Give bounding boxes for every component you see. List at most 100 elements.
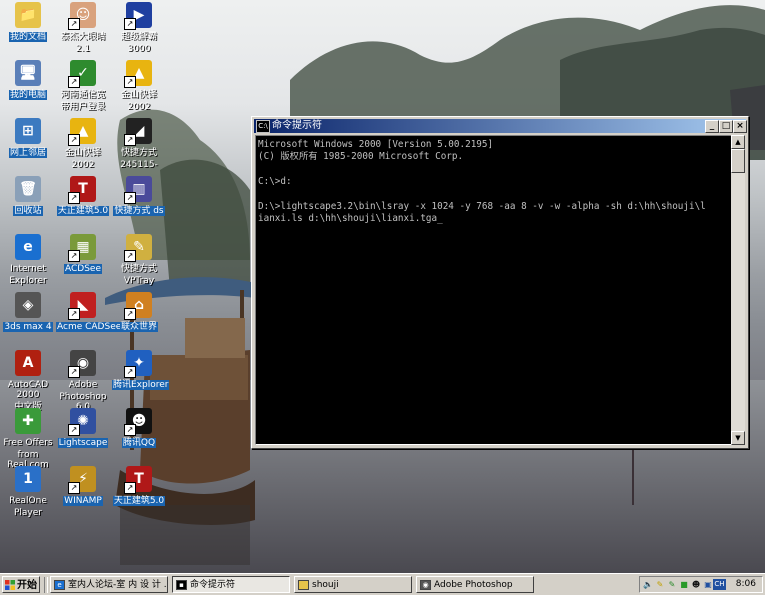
- cmd-task-icon: ▪: [176, 580, 187, 590]
- desktop-icon-label: Internet: [10, 264, 46, 274]
- taskbar: 开始 e 室内人论坛-室 内 设 计 ... ▪ 命令提示符 shouji ◉ Adobe …: [0, 573, 765, 595]
- taskbar-task-label: Adobe Photoshop: [434, 580, 513, 590]
- recycle-bin-icon: 🗑: [15, 176, 41, 202]
- kingsoft-icon: ▲ ↗: [68, 118, 96, 146]
- lianzhong-icon: ⌂ ↗: [124, 292, 152, 320]
- command-prompt-window[interactable]: C:\ 命令提示符 _ □ × Microsoft Windows 2000 […: [251, 116, 749, 449]
- desktop-icon-acdsee[interactable]: ▦ ↗ ACDSee: [56, 234, 110, 274]
- desktop-icon-label: 快捷方式: [120, 148, 157, 158]
- desktop-icon-my-documents[interactable]: 📁 我的文档: [1, 2, 55, 42]
- computer-icon-glyph: 🖥: [19, 65, 37, 81]
- scroll-down-button[interactable]: ▼: [731, 431, 745, 445]
- photoshop-task-icon: ◉: [420, 580, 431, 590]
- start-button[interactable]: 开始: [2, 576, 40, 593]
- desktop-icon-label: 回收站: [13, 206, 43, 216]
- green-app-icon[interactable]: ■: [679, 579, 689, 590]
- lightscape-icon: ✺ ↗: [68, 408, 96, 436]
- desktop-icon-label: 联众世界: [119, 322, 158, 332]
- desktop-icon-label: 腾讯QQ: [121, 438, 157, 448]
- scrollbar-thumb[interactable]: [731, 149, 745, 173]
- desktop-icon-shortcut-vptray[interactable]: ✎ ↗ 快捷方式 VPTray: [112, 234, 166, 286]
- desktop-icon-label: 网上邻居: [8, 148, 47, 158]
- shortcut-arrow-icon: ↗: [68, 192, 80, 204]
- desktop-icon-autocad[interactable]: A AutoCAD 2000 中文版: [1, 350, 55, 412]
- desktop-icon-label: 带用户登录: [60, 102, 106, 112]
- console-output[interactable]: Microsoft Windows 2000 [Version 5.00.219…: [255, 135, 732, 445]
- tianzheng-icon: T ↗: [68, 176, 96, 204]
- qq-tray-icon[interactable]: ☻: [691, 579, 701, 590]
- vertical-scrollbar[interactable]: ▲ ▼: [731, 135, 745, 445]
- shortcut-arrow-icon: ↗: [124, 192, 136, 204]
- taskbar-task-label: shouji: [312, 580, 339, 590]
- desktop-icon-label: 天正建筑5.0: [112, 496, 166, 506]
- shortcut-arrow-icon: ↗: [68, 76, 80, 88]
- desktop-icon-taijie-eyes[interactable]: ☺ ↗ 泰杰大眼睛 2.1: [56, 2, 110, 54]
- folder-docs-icon: 📁: [15, 2, 41, 28]
- taskbar-task-3[interactable]: shouji: [294, 576, 412, 593]
- desktop-icon-shortcut-245115[interactable]: ◢ ↗ 快捷方式 245115-: [112, 118, 166, 170]
- desktop-icon-3dsmax[interactable]: ◈ 3ds max 4: [1, 292, 55, 332]
- network-icon: ⊞: [15, 118, 41, 144]
- desktop-icon-label: Lightscape: [57, 438, 109, 448]
- maximize-button[interactable]: □: [719, 120, 733, 133]
- clock[interactable]: 8:06: [736, 577, 756, 592]
- desktop-icon-lianzhong[interactable]: ⌂ ↗ 联众世界: [112, 292, 166, 332]
- desktop-icon-acme-cadsee[interactable]: ◣ ↗ Acme CADSee: [56, 292, 123, 332]
- taskbar-task-1[interactable]: e 室内人论坛-室 内 设 计 ...: [50, 576, 168, 593]
- desktop-icon-label: 3ds max 4: [3, 322, 53, 332]
- close-button[interactable]: ×: [733, 120, 747, 133]
- desktop-icon-free-offers[interactable]: ✚ Free Offers from Real.com: [1, 408, 55, 470]
- desktop-icon-photoshop[interactable]: ◉ ↗ Adobe Photoshop 6.0: [56, 350, 110, 412]
- desktop-icon-tianzheng-2[interactable]: T ↗ 天正建筑5.0: [112, 466, 166, 506]
- window-titlebar[interactable]: C:\ 命令提示符 _ □ ×: [254, 119, 747, 133]
- volume-icon[interactable]: 🔈: [643, 579, 653, 590]
- monitor-icon[interactable]: ▣: [703, 579, 713, 590]
- pen-icon-2[interactable]: ✎: [667, 579, 677, 590]
- desktop-icon-kingsoft-translate-1[interactable]: ▲ ↗ 金山快译 2002: [112, 60, 166, 112]
- desktop-icon-my-computer[interactable]: 🖥 我的电脑: [1, 60, 55, 100]
- desktop-icon-recycle-bin[interactable]: 🗑 回收站: [1, 176, 55, 216]
- desktop-icon-tencent-qq[interactable]: ☻ ↗ 腾讯QQ: [112, 408, 166, 448]
- desktop-icon-tencent-explorer[interactable]: ✦ ↗ 腾讯Explorer: [112, 350, 170, 390]
- scroll-up-button[interactable]: ▲: [731, 135, 745, 149]
- 3dsmax-icon-glyph: ◈: [22, 297, 34, 313]
- desktop-icon-winamp[interactable]: ⚡ ↗ WINAMP: [56, 466, 110, 506]
- pen-icon[interactable]: ✎: [655, 579, 665, 590]
- desktop-icon-realone[interactable]: 1 RealOne Player: [1, 466, 55, 518]
- tencent-explorer-icon: ✦ ↗: [124, 350, 152, 378]
- desktop-icon-internet-explorer[interactable]: e Internet Explorer: [1, 234, 55, 286]
- taskbar-task-label: 室内人论坛-室 内 设 计 ...: [68, 580, 168, 590]
- desktop-icon-tianzheng-1[interactable]: T ↗ 天正建筑5.0: [56, 176, 110, 216]
- taskbar-task-4[interactable]: ◉ Adobe Photoshop: [416, 576, 534, 593]
- shortcut-arrow-icon: ↗: [68, 18, 80, 30]
- desktop-icon-label: 天正建筑5.0: [56, 206, 110, 216]
- realone-icon: 1: [15, 466, 41, 492]
- shortcut-arrow-icon: ↗: [68, 482, 80, 494]
- ime-indicator[interactable]: CH: [713, 579, 726, 590]
- autocad-icon: A: [15, 350, 41, 376]
- shortcut-arrow-icon: ↗: [124, 424, 136, 436]
- desktop-icon-kingsoft-translate-2[interactable]: ▲ ↗ 金山快译 2002: [56, 118, 110, 170]
- system-tray: 🔈 ✎ ✎ ■ ☻ ▣ CH 8:06: [639, 576, 763, 593]
- desktop-icon-label: Player: [13, 508, 42, 518]
- minimize-button[interactable]: _: [705, 120, 719, 133]
- gift-icon-glyph: ✚: [22, 413, 34, 429]
- computer-icon: 🖥: [15, 60, 41, 86]
- desktop-icon-network-places[interactable]: ⊞ 网上邻居: [1, 118, 55, 158]
- desktop-icon-label: 泰杰大眼睛: [60, 32, 106, 42]
- cmd-window-icon: C:\: [256, 120, 270, 133]
- desktop-icon-henan-broadband[interactable]: ✓ ↗ 河南通信宽 带用户登录: [56, 60, 110, 112]
- baby-photo-icon: ☺ ↗: [68, 2, 96, 30]
- folder-task-icon: [298, 580, 309, 590]
- desktop-icon-lightscape[interactable]: ✺ ↗ Lightscape: [56, 408, 110, 448]
- desktop-icon-super-decoder[interactable]: ▶ ↗ 超级解霸 3000: [112, 2, 166, 54]
- desktop[interactable]: 📁 我的文档 ☺ ↗ 泰杰大眼睛 2.1 ▶ ↗ 超级解霸 3000 🖥 我的电脑 ✓ ↗ 河南通信宽 带用户…: [0, 0, 765, 573]
- desktop-icon-label: 2002: [71, 160, 95, 170]
- console-text: Microsoft Windows 2000 [Version 5.00.219…: [258, 139, 706, 225]
- desktop-icon-shortcut-ds[interactable]: ▥ ↗ 快捷方式 ds: [112, 176, 166, 216]
- winamp-icon: ⚡ ↗: [68, 466, 96, 494]
- desktop-icon-label: 快捷方式 ds: [113, 206, 165, 216]
- shortcut-arrow-icon: ↗: [124, 134, 136, 146]
- desktop-icon-label: ACDSee: [64, 264, 102, 274]
- taskbar-task-2[interactable]: ▪ 命令提示符: [172, 576, 290, 593]
